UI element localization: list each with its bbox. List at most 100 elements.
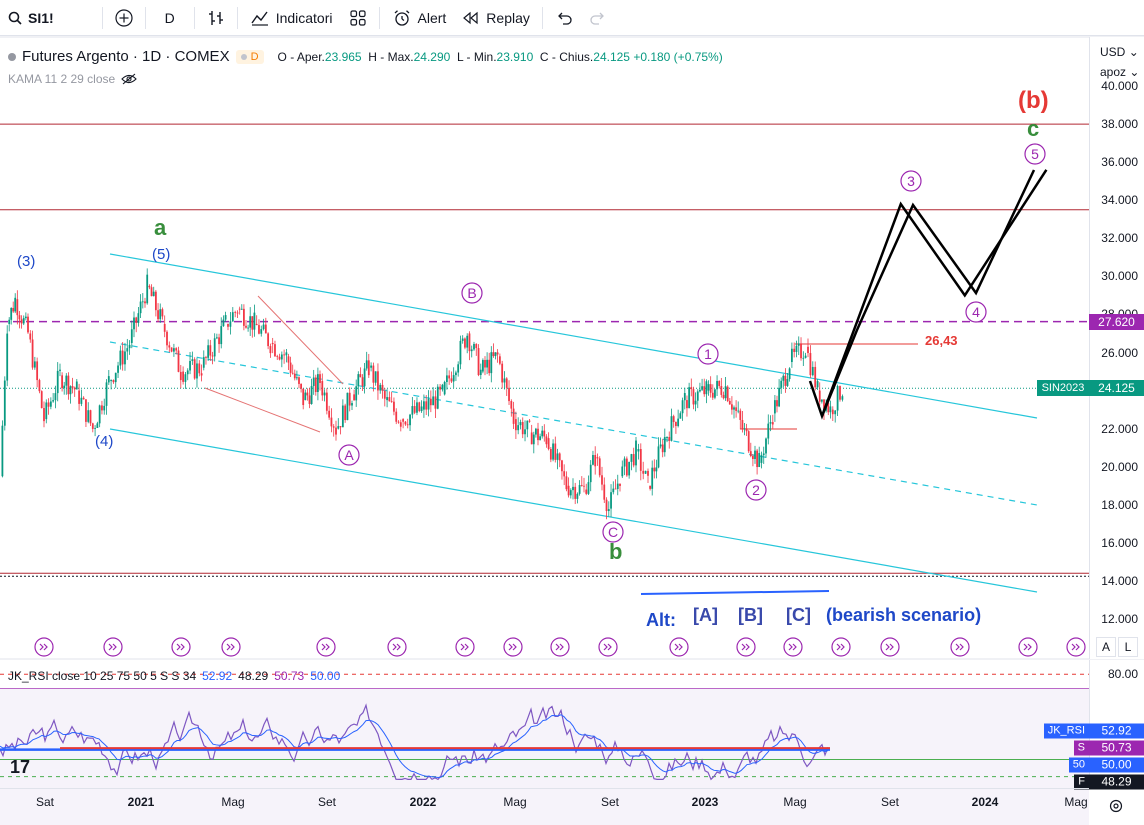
candle-body <box>353 394 355 401</box>
rsi-legend[interactable]: JK_RSI close 10 25 75 50 5 S S 34 52.92 … <box>8 669 340 683</box>
alt-c-label: [C] <box>786 605 811 625</box>
candle-body <box>657 446 660 468</box>
candle-body <box>388 397 391 402</box>
rsi-value-tag: 48.29 <box>1089 774 1144 790</box>
auto-scale-button[interactable]: A <box>1096 637 1116 657</box>
currency-selector[interactable]: USD ⌄ <box>1100 45 1139 59</box>
candle-body <box>434 396 437 409</box>
settings-gear-icon[interactable] <box>1108 798 1124 817</box>
candle-body <box>409 414 411 426</box>
candle-body <box>621 466 624 477</box>
candle-body <box>726 386 729 401</box>
candle-body <box>397 421 400 423</box>
event-icon[interactable] <box>669 637 689 657</box>
event-icon[interactable] <box>598 637 618 657</box>
candle-body <box>325 392 328 411</box>
candle-body <box>276 356 279 357</box>
candle-body <box>547 438 550 450</box>
event-icon[interactable] <box>880 637 900 657</box>
event-icon[interactable] <box>455 637 475 657</box>
last-price-tag: 24.125 <box>1089 380 1144 397</box>
candle-body <box>253 312 256 330</box>
event-icon[interactable] <box>783 637 803 657</box>
candle-body <box>841 396 844 400</box>
candle-body <box>234 312 237 313</box>
candle-body <box>807 346 809 354</box>
candle-body <box>747 431 750 452</box>
candle-body <box>782 375 785 381</box>
candle-body <box>816 381 819 388</box>
scale-mode-selector[interactable]: apoz ⌄ <box>1100 65 1139 79</box>
event-circle <box>103 637 123 657</box>
candle-body <box>20 319 23 324</box>
time-tick-label: 2024 <box>971 795 999 809</box>
event-icon[interactable] <box>171 637 191 657</box>
event-icon[interactable] <box>831 637 851 657</box>
candle-body <box>220 326 223 345</box>
price-tick-label: 16.000 <box>1101 535 1138 550</box>
event-circle <box>950 637 970 657</box>
candle-body <box>776 400 778 407</box>
wave-circle-label: 1 <box>704 346 712 362</box>
candle-body <box>285 352 288 356</box>
event-icon[interactable] <box>34 637 54 657</box>
candle-body <box>18 315 21 320</box>
event-icon[interactable] <box>1066 637 1086 657</box>
candle-body <box>793 348 796 352</box>
projection-path <box>820 169 1036 417</box>
log-scale-button[interactable]: L <box>1118 637 1138 657</box>
time-axis[interactable]: Sat 2021 Mag Set 2022 Mag Set 2023 Mag Set 2024 Mag <box>0 788 1089 825</box>
candle-body <box>535 428 537 435</box>
candle-body <box>413 406 416 413</box>
candle-body <box>179 371 182 381</box>
event-icon[interactable] <box>221 637 241 657</box>
event-icon[interactable] <box>736 637 756 657</box>
candle-body <box>563 471 566 477</box>
candle-body <box>614 488 617 490</box>
candle-body <box>166 331 168 346</box>
candle-body <box>101 405 103 411</box>
alt-b-label: [B] <box>738 605 763 625</box>
candle-body <box>735 407 737 411</box>
wave-circle-label: B <box>467 285 476 301</box>
channel-mid-line <box>109 341 1038 506</box>
candle-body <box>317 374 319 393</box>
event-icon[interactable] <box>316 637 336 657</box>
event-icon[interactable] <box>103 637 123 657</box>
candle-body <box>668 437 671 441</box>
price-chart[interactable]: a b c(b) (3) (5) (4) 26,43 A B C 1 2 3 4 5 Alt: [A] [B] [C… <box>0 0 1144 825</box>
event-icon[interactable] <box>1018 637 1038 657</box>
event-icon[interactable] <box>550 637 570 657</box>
candle-body <box>395 411 398 422</box>
candle-body <box>312 377 315 386</box>
rsi-name: JK_RSI close 10 25 75 50 5 S S 34 <box>8 669 197 683</box>
rsi-series-tag: JK_RSI <box>1043 723 1089 739</box>
candle-body <box>592 455 594 465</box>
candle-body <box>69 386 72 395</box>
candle-body <box>722 394 725 399</box>
candle-body <box>357 374 360 387</box>
candle-body <box>1 425 4 477</box>
kama-legend[interactable]: KAMA 11 2 29 close <box>8 72 137 86</box>
rsi-scale[interactable]: 80.00 52.92 JK_RSI 50.73 S 50.00 50 48.29 F <box>1043 660 1144 790</box>
kama-label: KAMA 11 2 29 close <box>8 72 116 86</box>
candle-body <box>168 345 171 348</box>
candle-body <box>231 312 234 322</box>
candle-body <box>539 436 541 441</box>
candle-body <box>745 428 748 432</box>
candle-body <box>337 426 340 429</box>
candle-body <box>271 342 274 345</box>
event-icon[interactable] <box>387 637 407 657</box>
open-value: 23.965 <box>324 49 362 64</box>
eye-hidden-icon[interactable] <box>121 73 137 85</box>
candle-body <box>834 410 837 415</box>
candle-body <box>461 338 464 341</box>
candle-body <box>222 319 225 327</box>
price-scale[interactable]: USD ⌄ apoz ⌄ 40.000 38.000 36.000 34.000 32.… <box>1037 37 1144 659</box>
event-icon[interactable] <box>950 637 970 657</box>
event-icon[interactable] <box>503 637 523 657</box>
candle-body <box>240 308 243 310</box>
event-circle <box>455 637 475 657</box>
candle-body <box>302 388 305 406</box>
candle-body <box>762 453 765 456</box>
